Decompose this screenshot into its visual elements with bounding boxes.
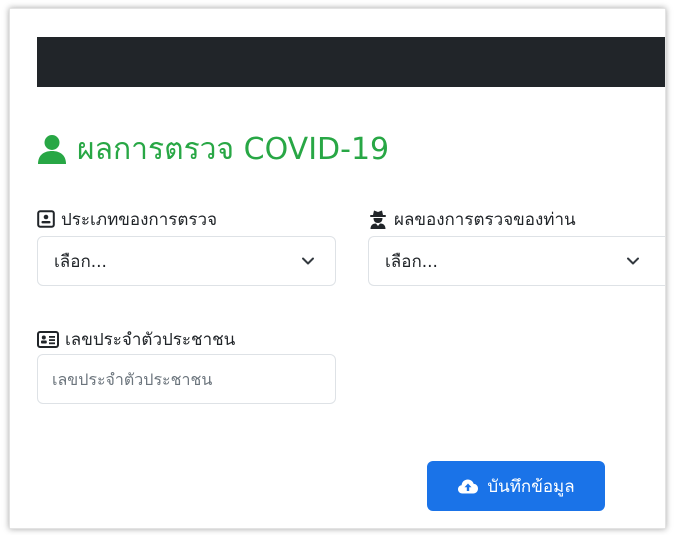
test-type-select[interactable]: เลือก... xyxy=(37,236,336,286)
chevron-down-icon xyxy=(627,257,639,265)
result-select-value: เลือก... xyxy=(385,251,438,272)
chevron-down-icon xyxy=(302,257,314,265)
page-title-text: ผลการตรวจ COVID-19 xyxy=(77,131,390,167)
test-type-select-value: เลือก... xyxy=(54,251,107,272)
id-number-input[interactable] xyxy=(37,354,336,404)
test-type-label-text: ประเภทของการตรวจ xyxy=(61,209,218,230)
save-button[interactable]: บันทึกข้อมูล xyxy=(427,461,605,511)
header-bar xyxy=(37,37,665,87)
cloud-upload-icon xyxy=(458,479,479,494)
save-button-label: บันทึกข้อมูล xyxy=(487,476,575,497)
result-label-text: ผลของการตรวจของท่าน xyxy=(394,209,576,230)
test-type-label: ประเภทของการตรวจ xyxy=(37,207,217,231)
id-number-label: เลขประจำตัวประชาชน xyxy=(37,327,235,351)
result-label: ผลของการตรวจของท่าน xyxy=(368,207,576,231)
user-icon xyxy=(38,135,66,164)
result-select[interactable]: เลือก... xyxy=(368,236,665,286)
id-number-label-text: เลขประจำตัวประชาชน xyxy=(65,329,236,350)
form-card: ผลการตรวจ COVID-19 ประเภทของการตรวจ เลือ… xyxy=(9,8,666,529)
id-badge-icon xyxy=(37,210,55,228)
page-title: ผลการตรวจ COVID-19 xyxy=(37,127,389,171)
user-secret-icon xyxy=(370,210,386,229)
id-card-icon xyxy=(37,330,59,348)
